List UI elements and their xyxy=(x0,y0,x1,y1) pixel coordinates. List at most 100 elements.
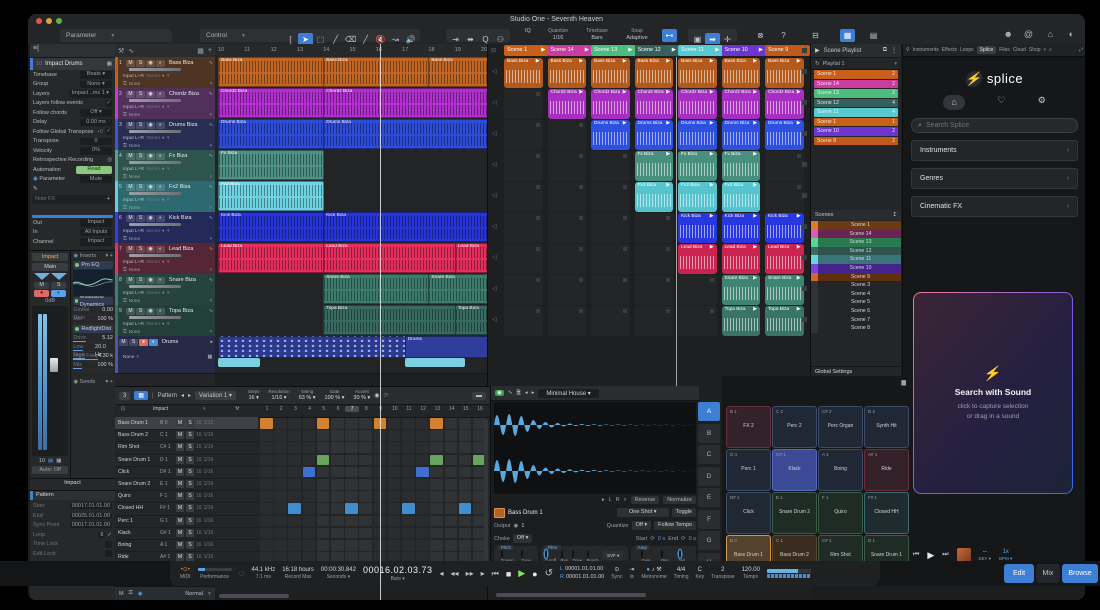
audio-clip[interactable]: Bass Biza xyxy=(428,57,487,87)
row-solo-button[interactable]: S xyxy=(186,456,194,464)
scene-list-item[interactable]: Scene 1 xyxy=(811,221,901,230)
step-cell[interactable] xyxy=(416,540,429,551)
fx-parameter[interactable]: Mix100 % xyxy=(73,315,113,324)
scene-launch-button[interactable]: Scene 1▶ xyxy=(504,45,549,56)
launcher-empty-cell[interactable] xyxy=(548,244,587,274)
pad-boing[interactable]: A 1Boing xyxy=(818,449,863,491)
arrange-h-scrollbar[interactable] xyxy=(219,594,289,598)
key-dropdown[interactable]: --KEY ▾ xyxy=(979,549,991,562)
next-sample-icon[interactable]: ⏭ xyxy=(942,551,948,559)
insert-slot[interactable]: Pro EQ xyxy=(73,261,113,269)
metronome-toggle[interactable]: ● ♪ ⚒Metronome xyxy=(641,567,666,581)
row-solo-button[interactable]: S xyxy=(186,468,194,476)
step-cell[interactable] xyxy=(288,455,301,466)
main-tab[interactable]: Main xyxy=(32,263,68,271)
step-cell[interactable] xyxy=(388,540,401,551)
launcher-clip[interactable]: Fx Biza▶ xyxy=(722,151,761,181)
grid-icon[interactable]: ▦ xyxy=(197,47,204,55)
track-solo-button[interactable]: S xyxy=(136,153,145,160)
step-cell[interactable] xyxy=(445,442,458,453)
row-stop-button[interactable] xyxy=(802,255,807,260)
launcher-clip[interactable]: Kick Biza▶ xyxy=(678,213,717,243)
in-row[interactable]: InAll Inputs xyxy=(30,228,115,238)
row-solo-button[interactable]: S xyxy=(186,492,194,500)
step-cell[interactable] xyxy=(303,479,316,490)
step-cell[interactable] xyxy=(416,442,429,453)
pad-menu-icon[interactable]: ▆ xyxy=(901,379,906,386)
track-row[interactable]: 3MS◉◐Drums Biza∿ Input L+RStereo◐▾ ⚿None… xyxy=(115,119,215,151)
step-cell[interactable] xyxy=(359,455,372,466)
inspector-row[interactable]: Layers follow events✓ xyxy=(30,99,115,109)
at-icon[interactable]: @ xyxy=(1024,29,1033,39)
stop-button[interactable]: ■ xyxy=(506,569,511,579)
bpm-dropdown[interactable]: 1xBPM ▾ xyxy=(999,549,1012,562)
edit-page-button[interactable]: Edit xyxy=(1004,564,1034,583)
step-cell[interactable] xyxy=(317,467,330,478)
audio-clip[interactable]: Bass Biza xyxy=(218,57,324,87)
browser-tab-instruments[interactable]: Instruments xyxy=(913,47,939,53)
launcher-clip[interactable]: Drums Biza▶ xyxy=(765,120,804,150)
browser-tab-shop[interactable]: Shop xyxy=(1029,47,1041,53)
row-solo-button[interactable]: S xyxy=(186,541,194,549)
step-cell[interactable] xyxy=(331,430,344,441)
step-cell[interactable] xyxy=(317,516,330,527)
playlist-entry[interactable]: Scene 132 xyxy=(814,89,898,98)
inspector-row[interactable]: GroupNone ▾ xyxy=(30,80,115,90)
variation-dropdown[interactable]: Variation 1 ▾ xyxy=(195,391,236,400)
tempo-display[interactable]: 120.00Tempo xyxy=(742,567,760,581)
launcher-clip[interactable]: Chordz Biza▶ xyxy=(591,89,630,119)
nudge-left-icon[interactable]: ◂ xyxy=(440,569,444,578)
inspector-row[interactable]: AutomationRead xyxy=(30,165,115,175)
track-row[interactable]: 8MS◉◐Snare Biza∿ Input L+RStereo◐▾ ⚿None… xyxy=(115,274,215,306)
step-cell[interactable] xyxy=(331,455,344,466)
inspector-row[interactable]: Transpose0 xyxy=(30,137,115,147)
step-cell[interactable] xyxy=(445,503,458,514)
step-cell[interactable] xyxy=(345,503,358,514)
step-cell[interactable] xyxy=(430,442,443,453)
play-button[interactable]: ▶ xyxy=(518,568,525,579)
step-cell[interactable] xyxy=(416,430,429,441)
step-cell[interactable] xyxy=(459,516,472,527)
step-cell[interactable] xyxy=(430,491,443,502)
step-cell[interactable] xyxy=(303,418,316,429)
wrench-icon[interactable]: ⚒ xyxy=(118,47,124,55)
forward-icon[interactable]: ▸▸ xyxy=(466,569,474,578)
position-display[interactable]: 00016.02.03.73Bars ▾ xyxy=(363,565,433,583)
step-cell[interactable] xyxy=(359,479,372,490)
step-cell[interactable] xyxy=(345,467,358,478)
playlist-selector[interactable]: ↻ Playlist 1▾ xyxy=(811,58,901,70)
quantize-dropdown[interactable]: Quantize1/16 xyxy=(543,28,573,42)
row-solo-button[interactable]: S xyxy=(186,419,194,427)
row-mute-button[interactable]: M xyxy=(176,468,184,476)
step-cell[interactable] xyxy=(459,479,472,490)
step-cell[interactable] xyxy=(274,516,287,527)
row-mute-button[interactable]: M xyxy=(176,541,184,549)
edit-row[interactable]: ✎ xyxy=(30,184,115,194)
step-cell[interactable] xyxy=(416,528,429,539)
step-cell[interactable] xyxy=(274,503,287,514)
row-mute-button[interactable]: M xyxy=(176,504,184,512)
left-channel-button[interactable]: L xyxy=(609,497,612,503)
step-cell[interactable] xyxy=(260,516,273,527)
return-to-start-icon[interactable]: ⏮ xyxy=(492,569,499,579)
launcher-empty-cell[interactable] xyxy=(504,275,543,305)
step-cell[interactable] xyxy=(416,479,429,490)
audio-clip[interactable]: Drums xyxy=(405,336,487,358)
pattern-row[interactable]: KlackG# 1MS161/16 xyxy=(115,527,258,540)
step-cell[interactable] xyxy=(402,430,415,441)
track-record-button[interactable]: ◉ xyxy=(146,308,155,315)
track-monitor-button[interactable]: ◐ xyxy=(149,339,158,346)
track-monitor-button[interactable]: ◐ xyxy=(156,246,165,253)
scene-list-item[interactable]: Scene 6 xyxy=(811,307,901,316)
browser-tab-cloud[interactable]: Cloud xyxy=(1013,47,1026,53)
track-solo-button[interactable]: S xyxy=(136,184,145,191)
play-scenes-icon[interactable]: ▶ xyxy=(815,47,820,54)
row-solo-button[interactable]: S xyxy=(186,504,194,512)
inspector-row[interactable]: LayersImpact ..ms 1 ▾ xyxy=(30,89,115,99)
wrench-icon[interactable]: ⚒ xyxy=(235,406,239,412)
step-cell[interactable] xyxy=(288,491,301,502)
pattern-zoom-toggle[interactable]: ▬ xyxy=(472,392,486,400)
bank-A-button[interactable]: A xyxy=(698,402,720,421)
step-cell[interactable] xyxy=(359,418,372,429)
waveform-display[interactable] xyxy=(494,402,696,494)
